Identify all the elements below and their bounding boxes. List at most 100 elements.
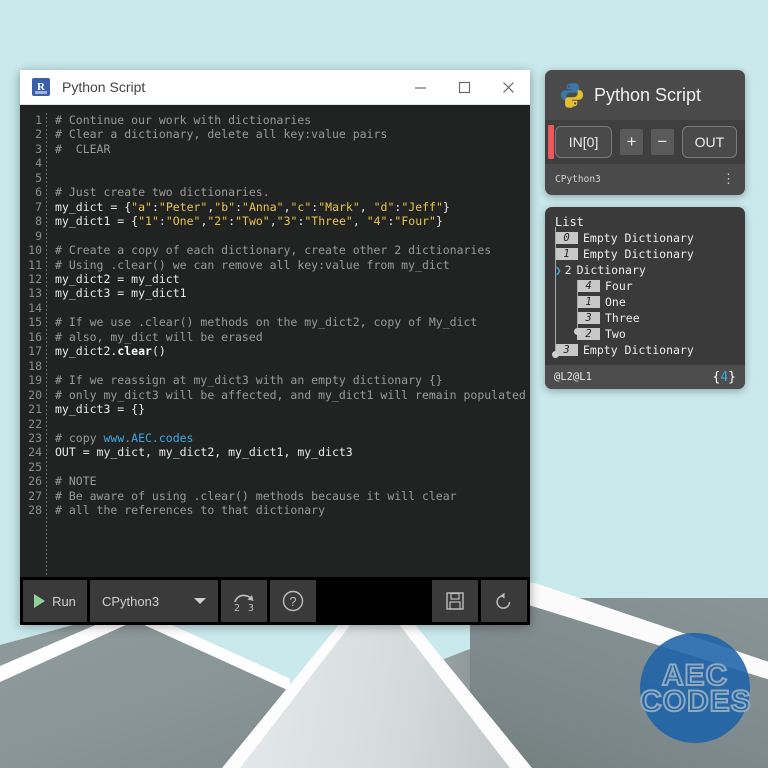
code-token: my_dict3 = my_dict1	[55, 286, 187, 301]
tree-row-label: Empty Dictionary	[583, 247, 694, 261]
code-token: my_dict2.	[55, 344, 118, 359]
run-button[interactable]: Run	[23, 580, 87, 622]
node-input-port[interactable]: IN[0]	[548, 125, 613, 159]
code-token: clear	[117, 344, 152, 359]
code-link[interactable]: www.AEC.codes	[103, 431, 193, 445]
code-line: # If we reassign at my_dict3 with an emp…	[55, 373, 530, 387]
svg-text:3: 3	[248, 603, 254, 613]
code-token: "4"	[366, 214, 388, 229]
preview-tree-row[interactable]: 3 Empty Dictionary	[555, 342, 745, 358]
tree-row-label: One	[605, 295, 626, 309]
python-logo-icon	[559, 82, 585, 108]
code-line: my_dict3 = {}	[55, 402, 530, 416]
code-line: # Using .clear() we can remove all key:v…	[55, 258, 530, 272]
tree-row-index-badge: 0	[555, 232, 578, 244]
code-content[interactable]: # Continue our work with dictionaries # C…	[55, 113, 530, 577]
preview-tree-row[interactable]: 3 Three	[555, 310, 745, 326]
code-token: # Using .clear() we can remove all key:v…	[55, 257, 450, 272]
code-token: # Be aware of using .clear() methods bec…	[55, 488, 457, 503]
code-token: "3"	[276, 214, 298, 229]
line-number-gutter: 1 2 3 4 5 6 7 8 9 10 11 12 13 14 15 16 1…	[28, 113, 42, 518]
node-preview-bubble[interactable]: List 0 Empty Dictionary 1 Empty Dictionary ❯…	[545, 207, 745, 389]
code-token: :	[235, 199, 243, 214]
svg-text:?: ?	[289, 594, 296, 609]
code-line: my_dict2 = my_dict	[55, 272, 530, 286]
code-token: # Clear a dictionary, delete all key:val…	[55, 127, 388, 142]
preview-tree-row[interactable]: 2 Two	[555, 326, 745, 342]
code-token: "Three"	[304, 214, 353, 229]
tree-row-label: Dictionary	[576, 263, 646, 277]
tree-connector-main	[555, 227, 556, 353]
preview-tree: List 0 Empty Dictionary 1 Empty Dictionary ❯…	[545, 207, 745, 358]
code-token: "2"	[207, 214, 229, 229]
python2to3-button[interactable]: 2 3	[221, 580, 267, 622]
code-token: :	[158, 214, 166, 229]
toolbar-spacer	[319, 580, 429, 622]
tree-row-index: 2	[564, 263, 572, 277]
svg-text:2: 2	[234, 603, 240, 613]
code-token: "d"	[373, 199, 395, 214]
preview-tree-row[interactable]: 1 One	[555, 294, 745, 310]
code-token: "Peter"	[158, 199, 208, 214]
tree-node-dot-sub	[574, 328, 581, 335]
code-token: ,	[283, 199, 291, 214]
maximize-icon[interactable]	[442, 70, 486, 104]
tree-connector-sub	[577, 280, 578, 330]
node-title: Python Script	[594, 84, 702, 105]
code-token: # Just create two dictionaries.	[55, 185, 270, 200]
engine-value: CPython3	[102, 593, 160, 609]
code-token: # Continue our work with dictionaries	[55, 113, 312, 127]
tree-row-label: Three	[605, 311, 640, 325]
node-output-port[interactable]: OUT	[681, 126, 737, 158]
code-line: # Continue our work with dictionaries	[55, 113, 530, 127]
code-token: ,	[269, 214, 277, 229]
help-button[interactable]: ?	[270, 580, 316, 622]
code-token: # also, my_dict will be erased	[55, 329, 263, 344]
preview-tree-row[interactable]: 4 Four	[555, 278, 745, 294]
add-port-button[interactable]: +	[620, 129, 643, 155]
tree-row-index-badge: 3	[577, 312, 600, 324]
code-editor[interactable]: 1 2 3 4 5 6 7 8 9 10 11 12 13 14 15 16 1…	[20, 105, 530, 577]
node-footer: CPython3 ⋮	[545, 164, 745, 195]
minimize-icon[interactable]	[398, 70, 442, 104]
code-token: ,	[359, 199, 374, 214]
help-icon: ?	[282, 590, 304, 612]
engine-select[interactable]: CPython3	[90, 580, 218, 622]
run-label: Run	[52, 593, 76, 609]
code-token: "c"	[290, 199, 312, 214]
code-token: # only my_dict3 will be affected, and my…	[55, 387, 526, 402]
code-line: my_dict1 = {"1":"One","2":"Two","3":"Thr…	[55, 214, 530, 228]
code-line: # NOTE	[55, 474, 530, 488]
preview-tree-row[interactable]: 1 Empty Dictionary	[555, 246, 745, 262]
node-engine-label: CPython3	[555, 174, 601, 185]
code-token: # If we reassign at my_dict3 with an emp…	[55, 373, 443, 388]
code-line: # Create a copy of each dictionary, crea…	[55, 243, 530, 257]
python-script-node[interactable]: Python Script IN[0] + − OUT CPython3 ⋮	[545, 70, 745, 195]
code-token: }	[435, 214, 443, 229]
code-token: # Create a copy of each dictionary, crea…	[55, 243, 492, 258]
code-line: # Just create two dictionaries.	[55, 185, 530, 199]
revert-button[interactable]	[481, 580, 527, 622]
preview-rows: 0 Empty Dictionary 1 Empty Dictionary ❯ 2 Dict…	[555, 230, 745, 358]
preview-tree-row[interactable]: 0 Empty Dictionary	[555, 230, 745, 246]
remove-port-button[interactable]: −	[650, 129, 674, 155]
code-token: "Two"	[235, 214, 270, 229]
save-button[interactable]	[432, 580, 478, 622]
code-line: my_dict = {"a":"Peter","b":"Anna","c":"M…	[55, 200, 530, 214]
kebab-menu-icon[interactable]: ⋮	[722, 173, 735, 186]
code-line: # If we use .clear() methods on the my_d…	[55, 315, 530, 329]
code-token: ()	[151, 344, 166, 359]
code-line: # CLEAR	[55, 142, 530, 156]
count-close-brace: }	[728, 369, 736, 385]
code-token: "1"	[138, 214, 159, 229]
code-token: # all the references to that dictionary	[55, 503, 326, 518]
preview-count-badge: {4}	[713, 370, 736, 385]
code-token: # If we use .clear() methods on the my_d…	[55, 315, 478, 330]
close-icon[interactable]	[486, 70, 530, 104]
preview-tree-row[interactable]: ❯ 2 Dictionary	[555, 262, 745, 278]
